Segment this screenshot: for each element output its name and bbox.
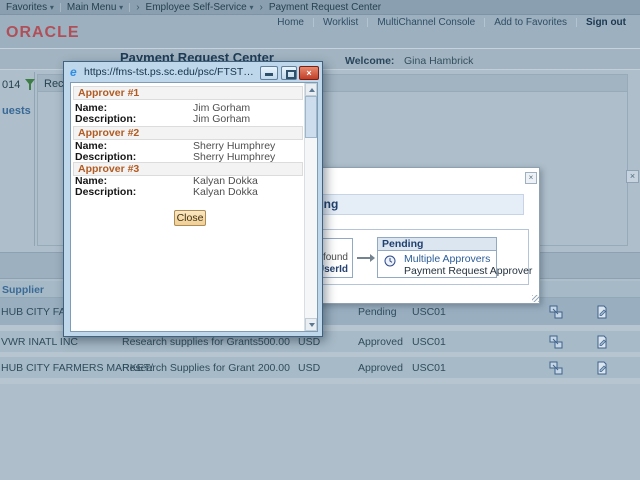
approver-section-header: Approver #2 <box>73 126 303 140</box>
modal-close-icon[interactable]: × <box>525 172 537 184</box>
requests-link-fragment[interactable]: uests <box>2 105 31 117</box>
popup-title-url: https://fms-tst.ps.sc.edu/psc/FTST_newwi… <box>84 66 254 78</box>
payment-request-center-screen: Favorites ▾ Main Menu ▾ › Employee Self-… <box>0 0 640 480</box>
flow-arrow-icon <box>370 254 375 262</box>
minimize-icon <box>265 73 273 76</box>
approver-role-label: Payment Request Approver <box>404 265 532 277</box>
maximize-icon <box>286 70 296 79</box>
secondary-close-icon[interactable]: × <box>626 170 639 183</box>
approver-description: Jim Gorham <box>193 113 250 125</box>
scrollbar[interactable] <box>304 83 317 331</box>
row-separator <box>0 378 640 384</box>
flow-arrow-icon <box>357 257 370 259</box>
description-label: Description: <box>75 113 136 125</box>
requests-panel-caption-fragment: Rec <box>44 78 64 90</box>
nav-payment-request-center[interactable]: Payment Request Center <box>269 2 381 13</box>
cell-status: Approved <box>358 336 403 348</box>
chevron-right-icon: › <box>136 2 139 13</box>
scrollbar-thumb[interactable] <box>305 96 317 138</box>
cell-business-unit: USC01 <box>412 362 446 374</box>
cell-description: Research supplies for Grants <box>122 336 258 348</box>
link-separator <box>576 18 577 27</box>
approvers-popup-window: e https://fms-tst.ps.sc.edu/psc/FTST_new… <box>63 61 323 337</box>
dropdown-arrow-icon: ▾ <box>50 3 54 12</box>
view-request-icon[interactable] <box>595 361 609 375</box>
funnel-icon[interactable] <box>25 79 35 90</box>
link-add-to-favorites[interactable]: Add to Favorites <box>494 17 567 28</box>
nav-separator <box>60 3 61 12</box>
cell-status: Approved <box>358 362 403 374</box>
resize-grip-icon[interactable] <box>532 295 539 302</box>
cell-business-unit: USC01 <box>412 306 446 318</box>
approver-description: Kalyan Dokka <box>193 186 258 198</box>
maximize-button[interactable] <box>281 66 297 80</box>
link-separator <box>367 18 368 27</box>
nav-main-menu[interactable]: Main Menu ▾ <box>67 2 123 13</box>
link-sign-out[interactable]: Sign out <box>586 17 626 28</box>
view-request-icon[interactable] <box>595 335 609 349</box>
view-request-icon[interactable] <box>595 305 609 319</box>
oracle-logo: ORACLE <box>6 24 80 42</box>
dropdown-arrow-icon: ▾ <box>119 3 123 12</box>
approval-status-icon[interactable] <box>549 361 563 375</box>
nav-favorites[interactable]: Favorites ▾ <box>6 2 54 13</box>
cell-supplier: VWR INATL INC <box>1 336 78 348</box>
dropdown-arrow-icon: ▾ <box>249 3 253 12</box>
filter-panel <box>0 72 35 246</box>
description-label: Description: <box>75 186 136 198</box>
approval-status-icon[interactable] <box>549 305 563 319</box>
minimize-button[interactable] <box>260 66 278 80</box>
cell-status: Pending <box>358 306 397 318</box>
breadcrumb: Favorites ▾ Main Menu ▾ › Employee Self-… <box>0 0 640 15</box>
window-close-button[interactable]: × <box>299 66 319 80</box>
cell-amount: 500.00 <box>240 336 290 348</box>
link-separator <box>313 18 314 27</box>
column-header-supplier[interactable]: Supplier <box>2 284 44 296</box>
approval-status-icon[interactable] <box>549 335 563 349</box>
multiple-approvers-link[interactable]: Multiple Approvers <box>404 253 490 265</box>
link-multichannel-console[interactable]: MultiChannel Console <box>377 17 475 28</box>
chevron-right-icon: › <box>259 2 262 13</box>
cell-amount: 200.00 <box>240 362 290 374</box>
cell-description: Research Supplies for Grant <box>122 362 254 374</box>
close-button[interactable]: Close <box>174 210 206 226</box>
cell-business-unit: USC01 <box>412 336 446 348</box>
welcome-user: Gina Hambrick <box>404 55 473 67</box>
approver-section-header: Approver #3 <box>73 162 303 176</box>
date-filter-fragment: 014 <box>2 79 20 91</box>
link-worklist[interactable]: Worklist <box>323 17 358 28</box>
utility-links: Home Worklist MultiChannel Console Add t… <box>277 17 626 28</box>
cell-currency: USD <box>298 336 320 348</box>
nav-separator <box>129 3 130 12</box>
link-separator <box>484 18 485 27</box>
cell-currency: USD <box>298 362 320 374</box>
clock-icon <box>384 255 396 267</box>
approver-section-header: Approver #1 <box>73 86 303 100</box>
browser-icon: e <box>70 65 77 79</box>
nav-employee-self-service[interactable]: Employee Self-Service ▾ <box>146 2 254 13</box>
step-status-header: Pending <box>378 238 496 251</box>
scroll-down-icon[interactable] <box>305 318 317 331</box>
welcome-label: Welcome: <box>345 55 394 67</box>
scroll-up-icon[interactable] <box>305 83 317 96</box>
popup-content: Approver #1 Name: Jim Gorham Description… <box>70 82 318 332</box>
approval-step-pending: Pending Multiple Approvers Payment Reque… <box>377 237 497 278</box>
link-home[interactable]: Home <box>277 17 304 28</box>
table-row: HUB CITY FARMERS MARKET/ Research Suppli… <box>0 357 640 378</box>
